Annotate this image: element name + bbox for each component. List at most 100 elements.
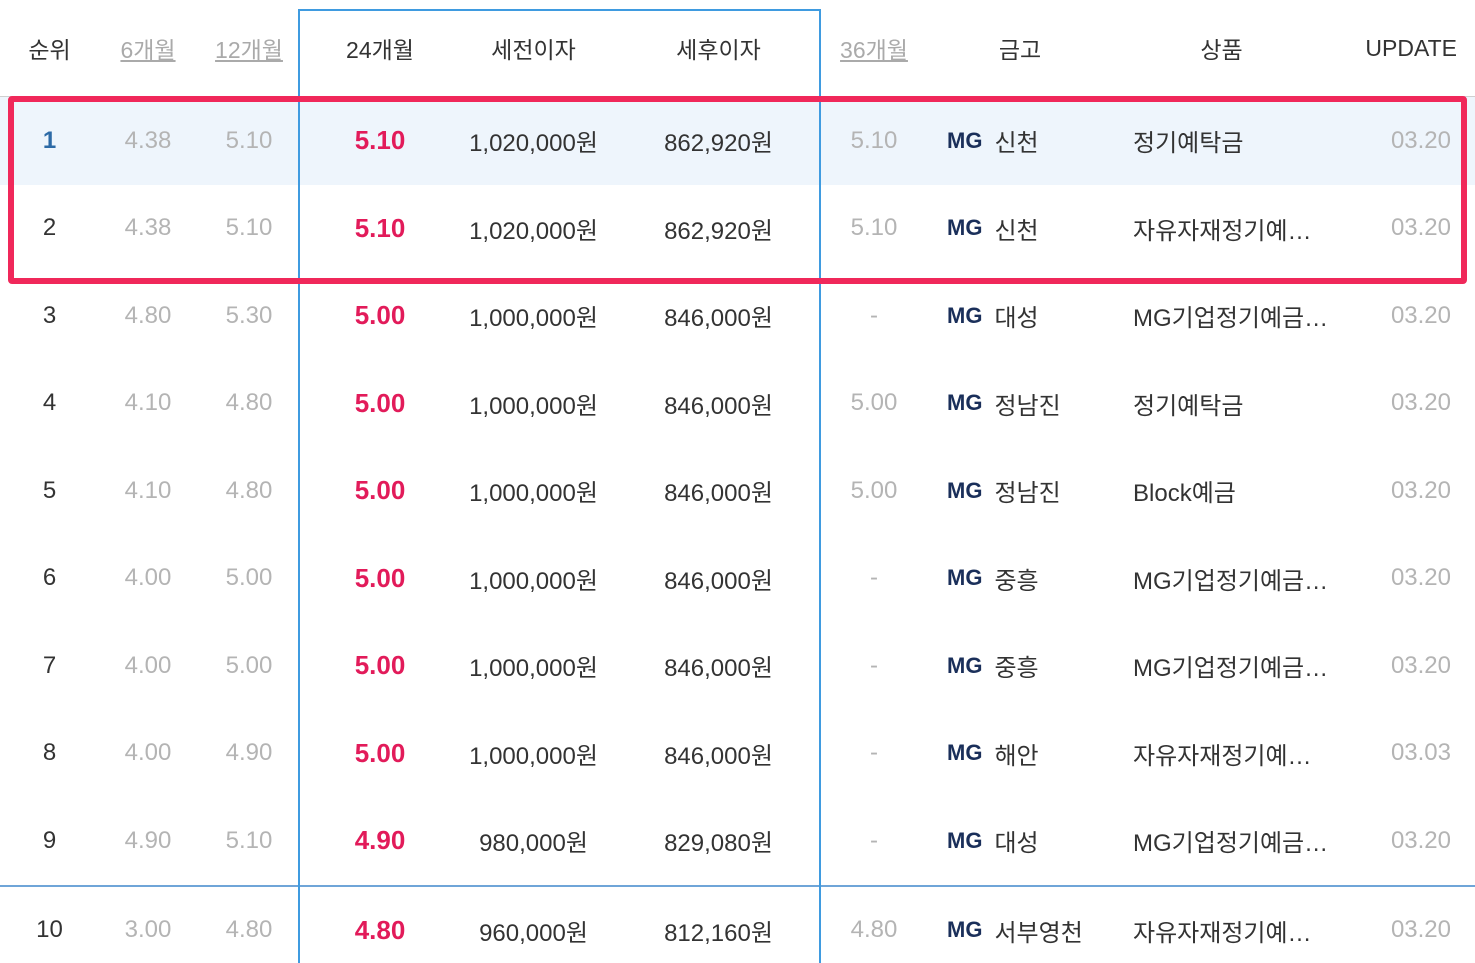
bank-name: 해안 bbox=[994, 742, 1039, 770]
mg-logo: MG bbox=[947, 302, 983, 328]
aftertax-interest-cell: 829,080원 bbox=[664, 830, 773, 858]
bank-name: 대성 bbox=[994, 305, 1039, 333]
mg-logo: MG bbox=[947, 477, 983, 503]
rate-12-month-cell: 5.30 bbox=[225, 301, 273, 329]
rate-36-month-cell: - bbox=[870, 301, 878, 329]
rate-6-month-cell: 4.90 bbox=[124, 826, 172, 854]
header-product: 상품 bbox=[1200, 37, 1243, 63]
bank-cell[interactable]: MG 중흥 bbox=[927, 622, 1113, 710]
bank-name: 대성 bbox=[994, 830, 1039, 858]
table-header: 순위 6개월 12개월 24개월 세전이자 세후이자 36개월 금고 상품 UP… bbox=[0, 0, 1475, 97]
table-row[interactable]: 3 4.80 5.30 5.00 1,000,000원 846,000원 - MG 대성 MG기업… bbox=[0, 272, 1475, 360]
bank-cell[interactable]: MG 중흥 bbox=[927, 535, 1113, 623]
aftertax-interest-cell: 862,920원 bbox=[664, 217, 773, 245]
rate-6-month-cell: 4.00 bbox=[124, 739, 172, 767]
rate-6-month-cell: 4.10 bbox=[124, 389, 172, 417]
bank-cell[interactable]: MG 대성 bbox=[927, 797, 1113, 885]
mg-logo: MG bbox=[947, 652, 983, 678]
rate-12-month-cell: 4.90 bbox=[225, 739, 273, 767]
bank-cell[interactable]: MG 정남진 bbox=[927, 447, 1113, 535]
aftertax-interest-cell: 846,000원 bbox=[664, 480, 773, 508]
mg-logo: MG bbox=[947, 740, 983, 766]
pretax-interest-cell: 1,020,000원 bbox=[469, 130, 598, 158]
rank-cell: 4 bbox=[42, 389, 57, 417]
product-cell[interactable]: MG기업정기예금… bbox=[1113, 622, 1330, 710]
aftertax-interest-cell: 862,920원 bbox=[664, 130, 773, 158]
rate-24-month-cell: 5.00 bbox=[354, 300, 406, 331]
product-cell[interactable]: 자유자재정기예… bbox=[1113, 710, 1330, 798]
bank-name: 중흥 bbox=[994, 567, 1039, 595]
bank-cell[interactable]: MG 서부영천 bbox=[927, 887, 1113, 963]
bank-name: 신천 bbox=[994, 130, 1039, 158]
rank-cell: 1 bbox=[42, 126, 57, 154]
rate-12-month-cell: 4.80 bbox=[225, 916, 273, 944]
aftertax-interest-cell: 846,000원 bbox=[664, 392, 773, 420]
rate-6-month-cell: 4.38 bbox=[124, 126, 172, 154]
rate-24-month-cell: 5.00 bbox=[354, 475, 406, 506]
rate-24-month-cell: 4.80 bbox=[354, 914, 406, 945]
product-cell[interactable]: 자유자재정기예… bbox=[1113, 887, 1330, 963]
rank-cell: 6 bbox=[42, 564, 57, 592]
rank-cell: 7 bbox=[42, 651, 57, 679]
rate-24-month-cell: 5.00 bbox=[354, 737, 406, 768]
bank-cell[interactable]: MG 대성 bbox=[927, 272, 1113, 360]
rate-36-month-cell: - bbox=[870, 651, 878, 679]
rate-6-month-cell: 4.10 bbox=[124, 476, 172, 504]
update-date-cell: 03.20 bbox=[1390, 214, 1451, 242]
mg-logo: MG bbox=[947, 565, 983, 591]
table-row[interactable]: 4 4.10 4.80 5.00 1,000,000원 846,000원 5.00 MG 정남진… bbox=[0, 360, 1475, 448]
rate-6-month-cell: 4.80 bbox=[124, 301, 172, 329]
bank-cell[interactable]: MG 해안 bbox=[927, 710, 1113, 798]
sort-12-month-link[interactable]: 12개월 bbox=[197, 0, 301, 96]
bank-cell[interactable]: MG 정남진 bbox=[927, 360, 1113, 448]
table-body: 1 4.38 5.10 5.10 1,020,000원 862,920원 5.10 MG 신천 정… bbox=[0, 97, 1475, 963]
aftertax-interest-cell: 846,000원 bbox=[664, 742, 773, 770]
sort-36-month-link[interactable]: 36개월 bbox=[821, 0, 927, 96]
rate-6-month-cell: 4.00 bbox=[124, 651, 172, 679]
rate-6-month-cell: 3.00 bbox=[124, 916, 172, 944]
table-row[interactable]: 2 4.38 5.10 5.10 1,020,000원 862,920원 5.10 MG 신천 자… bbox=[0, 185, 1475, 273]
product-cell[interactable]: MG기업정기예금… bbox=[1113, 535, 1330, 623]
product-cell[interactable]: 정기예탁금 bbox=[1113, 360, 1330, 448]
product-cell[interactable]: 정기예탁금 bbox=[1113, 97, 1330, 185]
pretax-interest-cell: 960,000원 bbox=[479, 919, 588, 947]
bank-cell[interactable]: MG 신천 bbox=[927, 97, 1113, 185]
update-date-cell: 03.20 bbox=[1390, 389, 1451, 417]
sort-6-month-link[interactable]: 6개월 bbox=[99, 0, 197, 96]
update-date-cell: 03.20 bbox=[1390, 126, 1451, 154]
rate-12-month-cell: 5.00 bbox=[225, 651, 273, 679]
table-row[interactable]: 8 4.00 4.90 5.00 1,000,000원 846,000원 - MG 해안 자유자재… bbox=[0, 710, 1475, 798]
rate-24-month-cell: 5.00 bbox=[354, 650, 406, 681]
mg-logo: MG bbox=[947, 827, 983, 853]
table-row[interactable]: 7 4.00 5.00 5.00 1,000,000원 846,000원 - MG 중흥 MG기업… bbox=[0, 622, 1475, 710]
table-row[interactable]: 5 4.10 4.80 5.00 1,000,000원 846,000원 5.00 MG 정남진… bbox=[0, 447, 1475, 535]
rate-36-month-cell: 5.00 bbox=[850, 389, 898, 417]
rate-12-month-cell: 4.80 bbox=[225, 476, 273, 504]
rate-12-month-cell: 5.10 bbox=[225, 214, 273, 242]
rate-36-month-cell: 5.00 bbox=[850, 476, 898, 504]
update-date-cell: 03.03 bbox=[1390, 739, 1451, 767]
rate-24-month-cell: 5.00 bbox=[354, 562, 406, 593]
bank-cell[interactable]: MG 신천 bbox=[927, 185, 1113, 273]
table-row[interactable]: 9 4.90 5.10 4.90 980,000원 829,080원 - MG 대성 MG기업정기… bbox=[0, 797, 1475, 885]
rate-ranking-page: 순위 6개월 12개월 24개월 세전이자 세후이자 36개월 금고 상품 UP… bbox=[0, 0, 1475, 963]
pretax-interest-cell: 1,000,000원 bbox=[469, 742, 598, 770]
product-cell[interactable]: MG기업정기예금… bbox=[1113, 272, 1330, 360]
rate-24-month-cell: 5.00 bbox=[354, 387, 406, 418]
table-row[interactable]: 6 4.00 5.00 5.00 1,000,000원 846,000원 - MG 중흥 MG기업… bbox=[0, 535, 1475, 623]
header-24-month: 24개월 bbox=[346, 37, 414, 63]
table-row[interactable]: 10 3.00 4.80 4.80 960,000원 812,160원 4.80 MG 서부영천… bbox=[0, 884, 1475, 963]
header-update: UPDATE bbox=[1365, 34, 1457, 61]
pretax-interest-cell: 1,000,000원 bbox=[469, 392, 598, 420]
rate-12-month-cell: 5.10 bbox=[225, 126, 273, 154]
product-cell[interactable]: 자유자재정기예… bbox=[1113, 185, 1330, 273]
pretax-interest-cell: 1,000,000원 bbox=[469, 567, 598, 595]
rank-cell: 9 bbox=[42, 826, 57, 854]
pretax-interest-cell: 1,020,000원 bbox=[469, 217, 598, 245]
pretax-interest-cell: 980,000원 bbox=[479, 830, 588, 858]
bank-name: 신천 bbox=[994, 217, 1039, 245]
table-row[interactable]: 1 4.38 5.10 5.10 1,020,000원 862,920원 5.10 MG 신천 정… bbox=[0, 97, 1475, 185]
product-cell[interactable]: Block예금 bbox=[1113, 447, 1330, 535]
bank-name: 정남진 bbox=[994, 392, 1061, 420]
product-cell[interactable]: MG기업정기예금… bbox=[1113, 797, 1330, 885]
